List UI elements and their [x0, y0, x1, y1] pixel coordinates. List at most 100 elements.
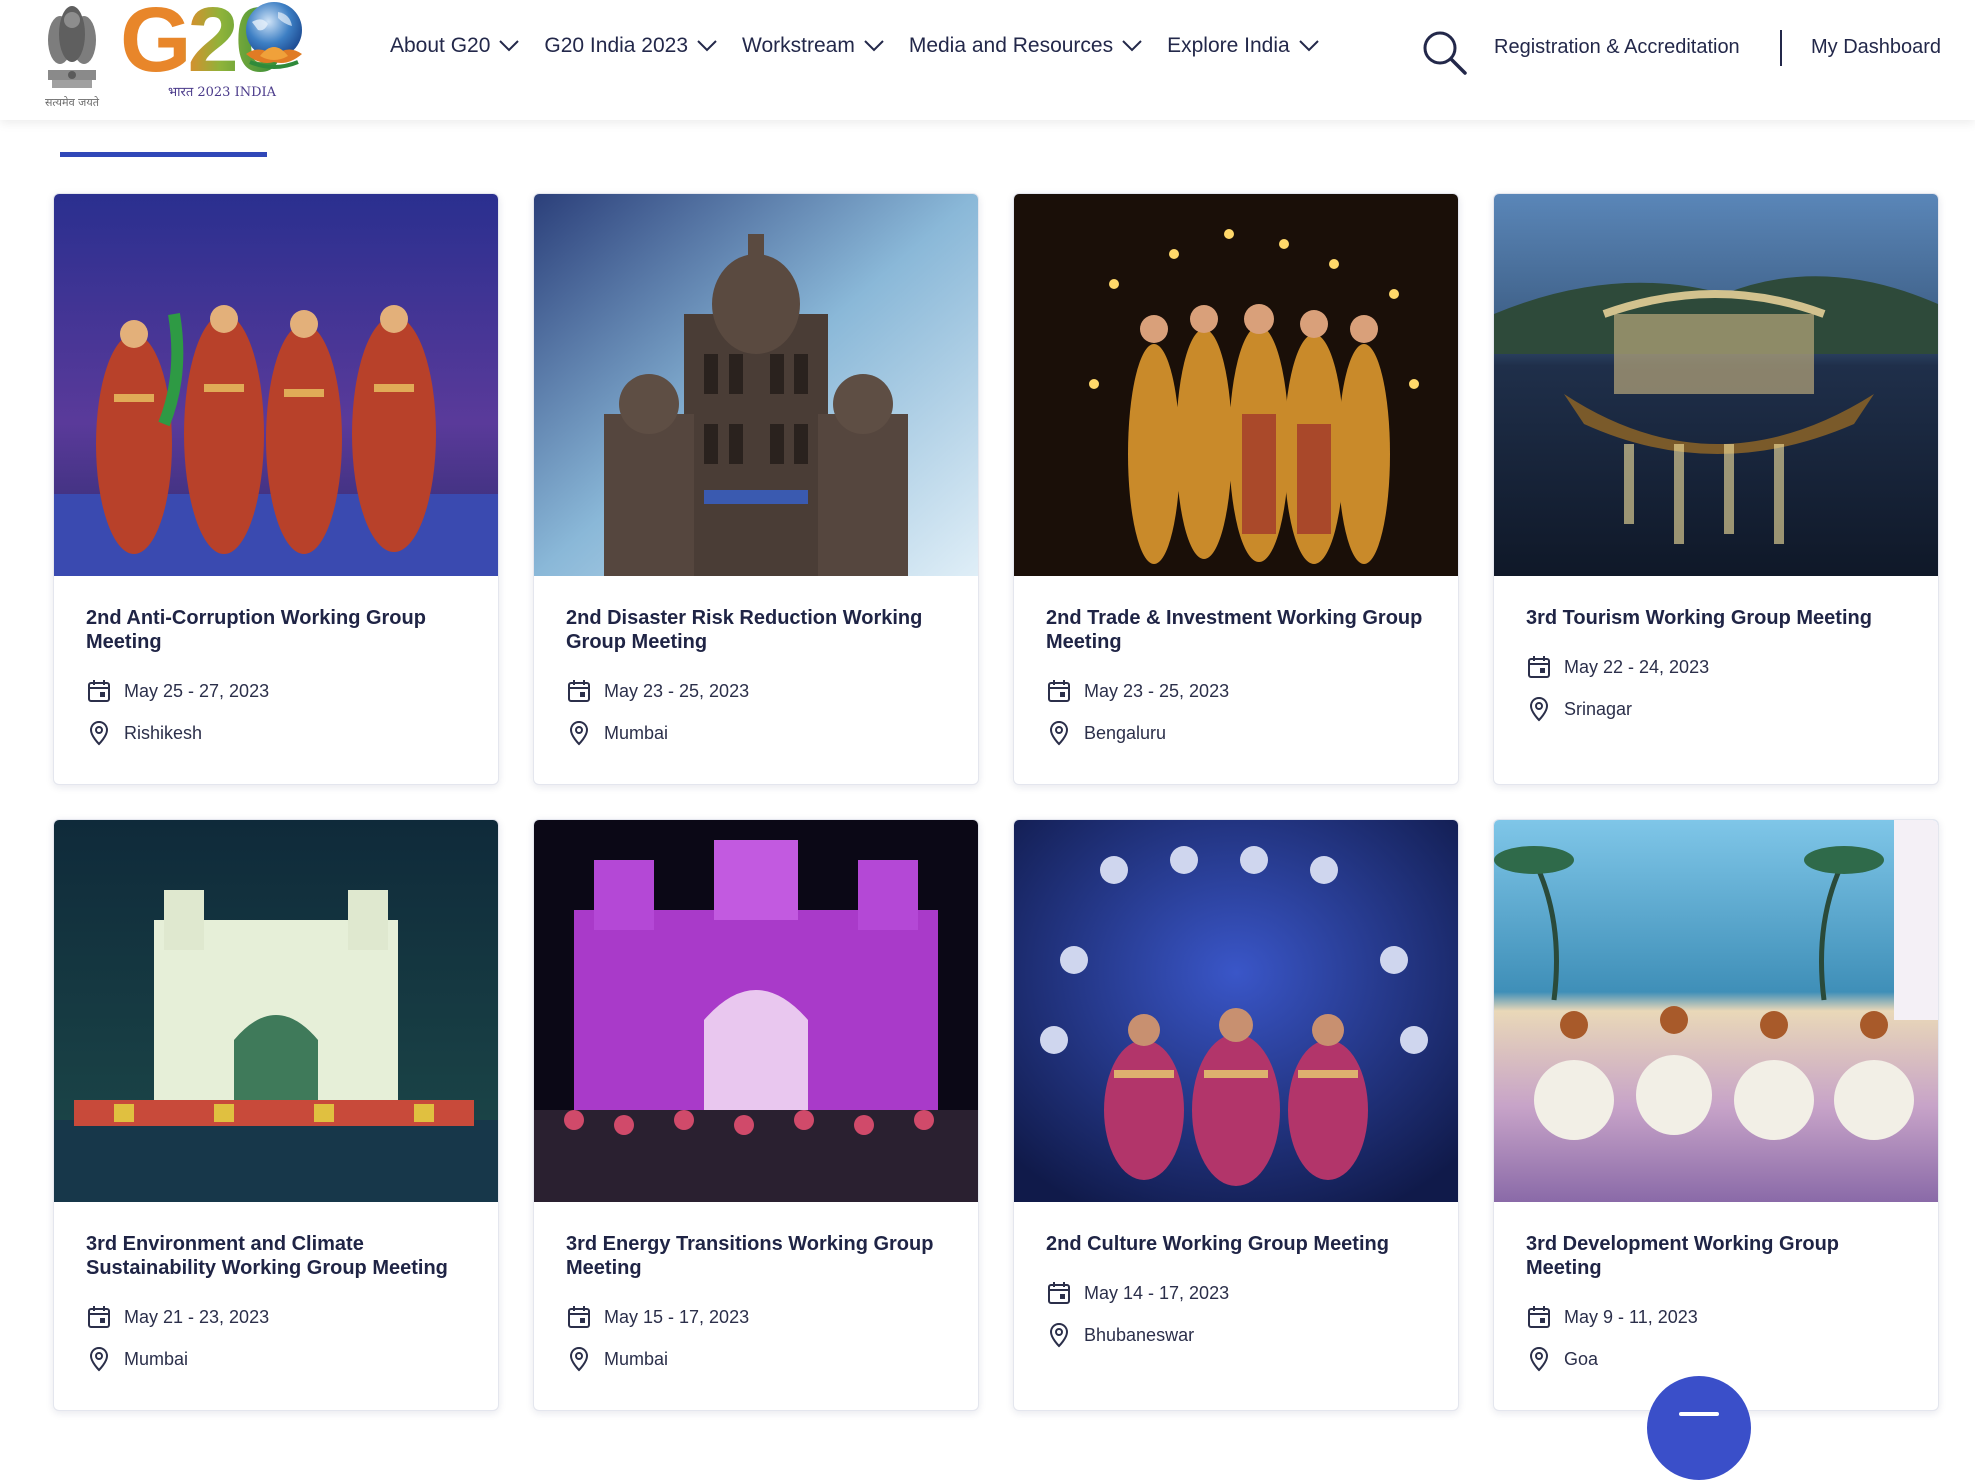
g20-logo[interactable]: G20 भारत 2023 INDIA — [118, 0, 323, 104]
location-pin-icon — [1049, 720, 1069, 746]
event-photo-shikara-boat — [1494, 194, 1938, 576]
event-date-text: May 14 - 17, 2023 — [1084, 1282, 1230, 1303]
nav-g20-india-2023[interactable]: G20 India 2023 — [544, 34, 718, 58]
event-location: Bhubaneswar — [1046, 1322, 1426, 1348]
event-location: Goa — [1526, 1346, 1906, 1372]
location-pin-icon — [569, 1346, 589, 1372]
event-photo-heritage-building — [534, 194, 978, 576]
event-location-text: Bhubaneswar — [1084, 1324, 1195, 1345]
calendar-icon — [568, 1306, 590, 1328]
event-location-text: Mumbai — [604, 722, 669, 743]
calendar-icon — [1528, 656, 1550, 678]
event-card[interactable]: 3rd Environment and Climate Sustainabili… — [53, 819, 499, 1411]
event-photo-folk-dancers — [54, 194, 498, 576]
nav-workstream[interactable]: Workstream — [742, 34, 885, 58]
nav-label: Explore India — [1167, 34, 1290, 57]
event-date: May 22 - 24, 2023 — [1526, 654, 1906, 680]
event-title[interactable]: 3rd Environment and Climate Sustainabili… — [86, 1232, 466, 1280]
calendar-icon — [1048, 680, 1070, 702]
location-pin-icon — [569, 720, 589, 746]
nav-label: About G20 — [390, 34, 491, 57]
event-photo-sitar-musicians — [1494, 820, 1938, 1202]
emblem-caption: सत्यमेव जयते — [44, 96, 99, 109]
chevron-down-icon — [864, 40, 884, 52]
registration-accreditation-link[interactable]: Registration & Accreditation — [1494, 36, 1740, 59]
event-location-text: Mumbai — [604, 1348, 669, 1369]
chevron-down-icon — [697, 40, 717, 52]
nav-label: Workstream — [742, 34, 855, 57]
event-title[interactable]: 2nd Anti-Corruption Working Group Meetin… — [86, 606, 466, 654]
event-date-text: May 15 - 17, 2023 — [604, 1306, 750, 1327]
event-photo-gateway-illuminated-white — [54, 820, 498, 1202]
event-title[interactable]: 3rd Energy Transitions Working Group Mee… — [566, 1232, 946, 1280]
globe-lotus-icon — [246, 2, 302, 69]
chevron-down-icon — [1298, 40, 1319, 52]
event-date: May 25 - 27, 2023 — [86, 678, 466, 704]
floating-menu-button[interactable] — [1647, 1376, 1751, 1480]
national-emblem-icon[interactable] — [38, 0, 106, 108]
event-date-text: May 21 - 23, 2023 — [124, 1306, 270, 1327]
event-photo-odissi-dancers — [1014, 820, 1458, 1202]
event-location-text: Goa — [1564, 1348, 1599, 1369]
event-card[interactable]: 3rd Energy Transitions Working Group Mee… — [533, 819, 979, 1411]
event-title[interactable]: 2nd Culture Working Group Meeting — [1046, 1232, 1426, 1256]
event-date-text: May 22 - 24, 2023 — [1564, 656, 1710, 677]
event-title[interactable]: 3rd Tourism Working Group Meeting — [1526, 606, 1906, 630]
event-date-text: May 25 - 27, 2023 — [124, 680, 270, 701]
active-tab-indicator — [60, 152, 267, 157]
event-location-text: Srinagar — [1564, 698, 1633, 719]
event-location-text: Bengaluru — [1084, 722, 1167, 743]
event-card[interactable]: 2nd Trade & Investment Working Group Mee… — [1013, 193, 1459, 785]
event-date-text: May 23 - 25, 2023 — [1084, 680, 1230, 701]
event-location: Mumbai — [566, 1346, 946, 1372]
event-location-text: Rishikesh — [124, 722, 203, 743]
event-date: May 14 - 17, 2023 — [1046, 1280, 1426, 1306]
calendar-icon — [88, 1306, 110, 1328]
calendar-icon — [88, 680, 110, 702]
event-card[interactable]: 2nd Disaster Risk Reduction Working Grou… — [533, 193, 979, 785]
chevron-down-icon — [1122, 40, 1142, 52]
event-location: Mumbai — [86, 1346, 466, 1372]
event-location: Rishikesh — [86, 720, 466, 746]
calendar-icon — [1528, 1306, 1550, 1328]
nav-label: Media and Resources — [908, 34, 1114, 57]
event-card[interactable]: 3rd Tourism Working Group Meeting May 22… — [1493, 193, 1939, 785]
location-pin-icon — [89, 720, 109, 746]
header-divider — [1780, 30, 1782, 66]
event-title[interactable]: 2nd Disaster Risk Reduction Working Grou… — [566, 606, 946, 654]
event-date: May 21 - 23, 2023 — [86, 1304, 466, 1330]
event-date-text: May 23 - 25, 2023 — [604, 680, 750, 701]
event-date: May 23 - 25, 2023 — [566, 678, 946, 704]
event-date: May 23 - 25, 2023 — [1046, 678, 1426, 704]
location-pin-icon — [1529, 1346, 1549, 1372]
event-card[interactable]: 2nd Anti-Corruption Working Group Meetin… — [53, 193, 499, 785]
event-location: Mumbai — [566, 720, 946, 746]
location-pin-icon — [1529, 696, 1549, 722]
g20-tagline: भारत 2023 INDIA — [168, 85, 277, 100]
location-pin-icon — [89, 1346, 109, 1372]
event-location: Srinagar — [1526, 696, 1906, 722]
event-card[interactable]: 2nd Culture Working Group Meeting May 14… — [1013, 819, 1459, 1411]
event-location: Bengaluru — [1046, 720, 1426, 746]
event-title[interactable]: 3rd Development Working Group Meeting — [1526, 1232, 1906, 1280]
location-pin-icon — [1049, 1322, 1069, 1348]
calendar-icon — [1048, 1282, 1070, 1304]
event-title[interactable]: 2nd Trade & Investment Working Group Mee… — [1046, 606, 1426, 654]
event-date-text: May 9 - 11, 2023 — [1564, 1306, 1698, 1327]
event-photo-lamp-dancers — [1014, 194, 1458, 576]
event-location-text: Mumbai — [124, 1348, 189, 1369]
main-nav: About G20 G20 India 2023 Workstream Medi… — [390, 34, 1320, 58]
nav-media-and-resources[interactable]: Media and Resources — [909, 34, 1143, 58]
menu-icon — [1679, 1412, 1719, 1416]
site-header: सत्यमेव जयते G20 भारत 2023 INDIA About G… — [0, 0, 1975, 120]
nav-about-g20[interactable]: About G20 — [390, 34, 520, 58]
event-date: May 15 - 17, 2023 — [566, 1304, 946, 1330]
nav-label: G20 India 2023 — [544, 34, 689, 57]
chevron-down-icon — [499, 40, 520, 52]
event-date: May 9 - 11, 2023 — [1526, 1304, 1906, 1330]
nav-explore-india[interactable]: Explore India — [1167, 34, 1320, 58]
my-dashboard-link[interactable]: My Dashboard — [1811, 36, 1941, 59]
calendar-icon — [568, 680, 590, 702]
event-card[interactable]: 3rd Development Working Group Meeting Ma… — [1493, 819, 1939, 1411]
search-icon[interactable] — [1420, 28, 1468, 76]
